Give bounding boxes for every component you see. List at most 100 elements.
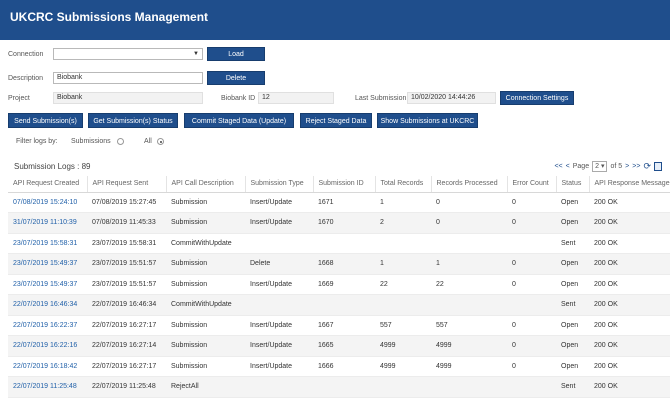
table-row[interactable]: 31/07/2019 11:10:39 07/08/2019 11:45:33 … [8,212,670,234]
table-cell: Open [556,253,589,275]
request-created-link[interactable]: 22/07/2019 16:22:37 [8,315,87,336]
table-cell: 4999 [431,356,507,377]
first-page-button[interactable]: << [554,163,562,170]
table-cell [431,376,507,398]
table-cell: 0 [507,192,556,213]
table-cell: 2 [375,212,431,234]
table-cell: CommitWithUpdate [166,233,245,254]
table-cell: 22/07/2019 16:27:17 [87,315,166,336]
table-row[interactable]: 22/07/2019 16:22:16 22/07/2019 16:27:14 … [8,335,670,357]
filter-all-label: All [144,138,152,145]
request-created-link[interactable]: 23/07/2019 15:49:37 [8,253,87,275]
table-cell [313,376,375,398]
connection-dropdown[interactable]: ▼ [53,48,203,60]
table-cell: 22/07/2019 11:25:48 [87,376,166,398]
column-header[interactable]: API Request Created [8,176,88,193]
table-cell [245,376,313,398]
table-cell: 0 [507,274,556,295]
connection-settings-button[interactable]: Connection Settings [500,91,574,105]
table-cell: RejectAll [166,376,245,398]
table-row[interactable]: 22/07/2019 11:25:48 22/07/2019 11:25:48 … [8,376,670,398]
table-cell: Open [556,356,589,377]
prev-page-button[interactable]: < [566,163,570,170]
table-cell: 200 OK [589,294,670,316]
column-header[interactable]: Total Records [375,176,432,193]
column-header[interactable]: API Call Description [166,176,246,193]
request-created-link[interactable]: 22/07/2019 11:25:48 [8,376,87,398]
app-header: UKCRC Submissions Management [0,0,670,40]
table-cell: 0 [507,356,556,377]
project-value: Biobank [53,92,203,104]
column-header[interactable]: Submission Type [245,176,314,193]
delete-button[interactable]: Delete [207,71,265,85]
table-cell: Sent [556,376,589,398]
table-cell: 1665 [313,335,375,357]
reject-staged-data-button[interactable]: Reject Staged Data [300,113,372,128]
filter-submissions-label: Submissions [71,138,111,145]
next-page-button[interactable]: > [625,163,629,170]
request-created-link[interactable]: 22/07/2019 16:22:16 [8,335,87,357]
table-row[interactable]: 22/07/2019 16:46:34 22/07/2019 16:46:34 … [8,294,670,316]
table-cell: Submission [166,274,245,295]
show-submissions-button[interactable]: Show Submissions at UKCRC [377,113,478,128]
table-row[interactable]: 23/07/2019 15:49:37 23/07/2019 15:51:57 … [8,253,670,275]
submission-logs-table: API Request Created API Request Sent API… [8,176,670,398]
pager: << < Page 2 ▾ of 5 > >> ⟳ [554,160,662,172]
commit-staged-data-button[interactable]: Commit Staged Data (Update) [184,113,294,128]
load-button[interactable]: Load [207,47,265,61]
table-cell: 4999 [375,356,431,377]
request-created-link[interactable]: 22/07/2019 16:18:42 [8,356,87,377]
table-cell: 1667 [313,315,375,336]
table-row[interactable]: 23/07/2019 15:58:31 23/07/2019 15:58:31 … [8,233,670,254]
table-cell: Sent [556,233,589,254]
request-created-link[interactable]: 22/07/2019 16:46:34 [8,294,87,316]
column-header[interactable]: API Response Message [589,176,670,193]
table-cell: Insert/Update [245,192,313,213]
table-cell: 557 [375,315,431,336]
refresh-icon[interactable]: ⟳ [643,161,651,172]
table-cell: 22 [375,274,431,295]
table-cell: Insert/Update [245,335,313,357]
filter-submissions-radio[interactable] [117,138,124,145]
biobank-id-label: Biobank ID [221,95,256,102]
table-cell: 22/07/2019 16:27:14 [87,335,166,357]
table-cell: Submission [166,356,245,377]
table-cell: 0 [507,253,556,275]
table-row[interactable]: 07/08/2019 15:24:10 07/08/2019 15:27:45 … [8,192,670,213]
table-row[interactable]: 22/07/2019 16:18:42 22/07/2019 16:27:17 … [8,356,670,377]
request-created-link[interactable]: 31/07/2019 11:10:39 [8,212,87,234]
table-row[interactable]: 23/07/2019 15:49:37 23/07/2019 15:51:57 … [8,274,670,295]
export-icon[interactable] [654,161,662,171]
table-cell: 1669 [313,274,375,295]
table-cell [507,233,556,254]
request-created-link[interactable]: 23/07/2019 15:49:37 [8,274,87,295]
table-cell: 0 [507,335,556,357]
table-cell [375,294,431,316]
table-cell: 200 OK [589,356,670,377]
table-cell: 200 OK [589,376,670,398]
table-cell: 1 [375,192,431,213]
column-header[interactable]: Submission ID [313,176,376,193]
filter-all-radio[interactable] [157,138,164,145]
column-header[interactable]: API Request Sent [87,176,167,193]
table-cell: 1668 [313,253,375,275]
table-cell: Insert/Update [245,315,313,336]
column-header[interactable]: Records Processed [431,176,508,193]
table-cell: Insert/Update [245,212,313,234]
request-created-link[interactable]: 23/07/2019 15:58:31 [8,233,87,254]
page-select[interactable]: 2 ▾ [592,160,608,172]
column-header[interactable]: Status [556,176,590,193]
column-header[interactable]: Error Count [507,176,557,193]
table-cell [245,233,313,254]
request-created-link[interactable]: 07/08/2019 15:24:10 [8,192,87,213]
table-header-row: API Request Created API Request Sent API… [8,176,670,193]
last-page-button[interactable]: >> [632,163,640,170]
table-cell: Open [556,212,589,234]
table-cell: 1 [375,253,431,275]
get-submission-status-button[interactable]: Get Submission(s) Status [88,113,178,128]
description-input[interactable]: Biobank [53,72,203,84]
connection-label: Connection [8,51,44,58]
table-row[interactable]: 22/07/2019 16:22:37 22/07/2019 16:27:17 … [8,315,670,336]
table-cell [313,294,375,316]
send-submissions-button[interactable]: Send Submission(s) [8,113,83,128]
